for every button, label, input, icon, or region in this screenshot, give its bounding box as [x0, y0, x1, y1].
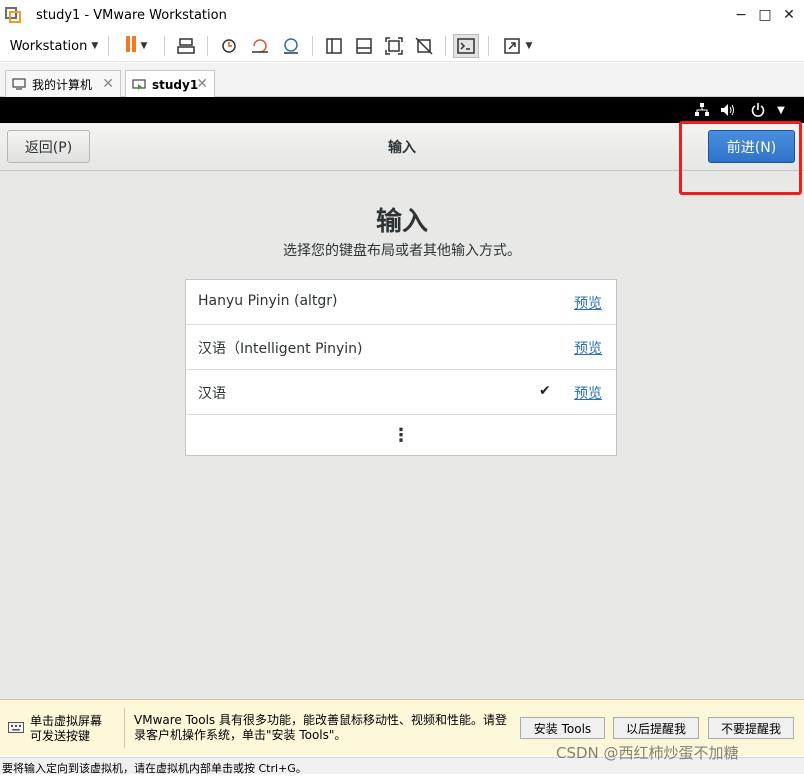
tab-label: 我的计算机	[32, 77, 93, 92]
computer-icon	[12, 78, 26, 90]
list-item[interactable]: 汉语 ✔ 预览	[186, 370, 616, 415]
unity-icon	[415, 37, 433, 55]
view-normal-button[interactable]	[322, 34, 346, 58]
remind-later-button[interactable]: 以后提醒我	[613, 717, 699, 739]
close-icon[interactable]: ✕	[102, 76, 114, 92]
fullscreen-icon	[503, 38, 520, 54]
close-button[interactable]: ✕	[776, 4, 802, 26]
view-tabs-icon	[356, 38, 372, 54]
snapshot-manager-button[interactable]	[279, 34, 303, 58]
chevron-down-icon: ▼	[525, 41, 533, 51]
page-subtitle: 选择您的键盘布局或者其他输入方式。	[283, 243, 521, 259]
install-tools-button[interactable]: 安装 Tools	[520, 717, 605, 739]
pause-icon	[125, 36, 137, 56]
minimize-button[interactable]: −	[728, 4, 754, 26]
unity-button[interactable]	[412, 34, 436, 58]
chevron-down-icon: ▼	[140, 41, 148, 51]
window-title: study1 - VMware Workstation	[36, 8, 227, 23]
highlight-annotation	[679, 121, 802, 195]
fit-guest-button[interactable]	[382, 34, 406, 58]
console-icon	[457, 38, 475, 54]
take-snapshot-button[interactable]	[217, 34, 241, 58]
chevron-down-icon[interactable]: ▼	[772, 101, 790, 119]
tab-label: study1	[152, 77, 199, 92]
tab-my-computer[interactable]: 我的计算机 ✕	[5, 70, 121, 97]
tools-message-line1: VMware Tools 具有很多功能，能改善鼠标移动性、视频和性能。请登	[134, 713, 507, 727]
input-source-label: 汉语（Intelligent Pinyin)	[198, 341, 363, 357]
preview-link[interactable]: 预览	[574, 293, 602, 313]
guest-top-bar: ▼	[0, 97, 804, 123]
network-icon[interactable]	[693, 101, 711, 119]
input-source-label: 汉语	[198, 386, 226, 402]
more-options-icon[interactable]: ⋮	[186, 415, 616, 455]
checkmark-icon: ✔	[539, 383, 551, 399]
workstation-menu[interactable]: Workstation ▼	[8, 34, 100, 58]
title-bar: study1 - VMware Workstation − □ ✕	[0, 0, 804, 30]
tools-message-line2: 录客户机操作系统，单击"安装 Tools"。	[134, 728, 347, 742]
vmware-app-icon	[5, 7, 21, 23]
click-hint-line2: 可发送按键	[30, 729, 91, 743]
keyboard-icon	[8, 722, 24, 733]
list-item[interactable]: Hanyu Pinyin (altgr) 预览	[186, 280, 616, 325]
fit-guest-icon	[385, 37, 403, 55]
power-icon[interactable]	[749, 101, 767, 119]
revert-snapshot-button[interactable]	[248, 34, 272, 58]
toolbar: Workstation ▼ ▼ ▼	[0, 30, 804, 62]
never-remind-button[interactable]: 不要提醒我	[708, 717, 794, 739]
volume-icon[interactable]	[719, 101, 737, 119]
chevron-down-icon: ▼	[91, 41, 99, 51]
preview-link[interactable]: 预览	[574, 338, 602, 358]
click-hint-line1: 单击虚拟屏幕	[30, 714, 103, 728]
workstation-menu-label: Workstation	[9, 38, 88, 54]
send-ctrl-alt-del-button[interactable]	[174, 34, 198, 58]
tab-bar: 我的计算机 ✕ study1 ✕	[0, 63, 804, 98]
view-tabs-button[interactable]	[352, 34, 376, 58]
input-source-list: Hanyu Pinyin (altgr) 预览 汉语（Intelligent P…	[185, 279, 617, 456]
maximize-button[interactable]: □	[752, 4, 778, 26]
snapshot-manager-icon	[284, 38, 298, 54]
view-normal-icon	[326, 38, 342, 54]
page-title: 输入	[375, 207, 428, 237]
send-keys-icon	[177, 38, 195, 54]
console-view-button[interactable]	[453, 34, 479, 58]
close-icon[interactable]: ✕	[196, 76, 208, 92]
fullscreen-button[interactable]: ▼	[496, 34, 538, 58]
snapshot-icon	[222, 39, 236, 53]
revert-snapshot-icon	[252, 39, 268, 53]
tab-study1[interactable]: study1 ✕	[125, 70, 215, 98]
pause-button[interactable]: ▼	[116, 34, 156, 58]
tools-message: VMware Tools 具有很多功能，能改善鼠标移动性、视频和性能。请登 录客…	[134, 713, 514, 743]
watermark: CSDN @西红柿炒蛋不加糖	[556, 744, 739, 762]
preview-link[interactable]: 预览	[574, 383, 602, 403]
input-source-label: Hanyu Pinyin (altgr)	[198, 293, 338, 309]
vm-running-icon	[132, 78, 146, 90]
click-hint: 单击虚拟屏幕 可发送按键	[30, 714, 102, 744]
list-item[interactable]: 汉语（Intelligent Pinyin) 预览	[186, 325, 616, 370]
